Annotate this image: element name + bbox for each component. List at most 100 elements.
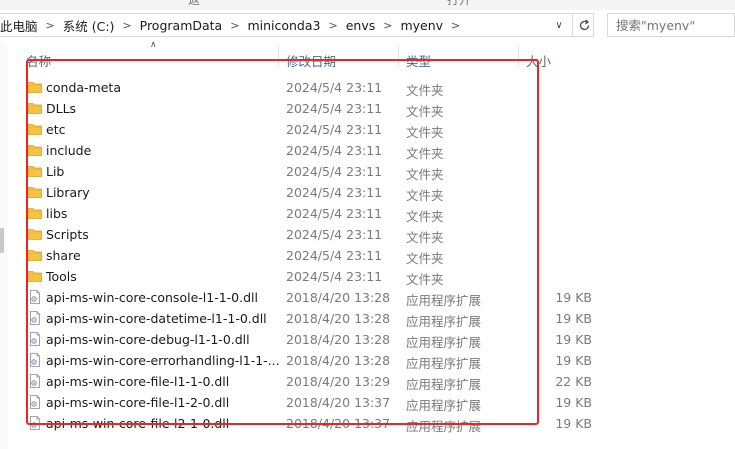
file-name: libs bbox=[46, 206, 68, 221]
file-size: 19 KB bbox=[555, 290, 592, 305]
folder-icon bbox=[28, 269, 42, 283]
file-size: 19 KB bbox=[555, 353, 592, 368]
file-modified: 2018/4/20 13:28 bbox=[286, 353, 391, 368]
list-item[interactable]: DLLs 2024/5/4 23:11 文件夹 bbox=[8, 98, 735, 119]
file-modified: 2024/5/4 23:11 bbox=[286, 269, 383, 284]
file-name: share bbox=[46, 248, 81, 263]
chevron-right-icon[interactable]: > bbox=[224, 19, 245, 32]
file-size: 22 KB bbox=[555, 374, 592, 389]
folder-icon bbox=[28, 185, 42, 199]
file-name: Tools bbox=[46, 269, 77, 284]
folder-icon bbox=[28, 248, 42, 262]
file-size: 19 KB bbox=[555, 332, 592, 347]
list-item[interactable]: Lib 2024/5/4 23:11 文件夹 bbox=[8, 161, 735, 182]
navigation-pane[interactable] bbox=[0, 42, 7, 449]
file-size: 19 KB bbox=[555, 311, 592, 326]
breadcrumb-this-pc[interactable]: 此电脑 bbox=[0, 16, 40, 35]
list-item[interactable]: Library 2024/5/4 23:11 文件夹 bbox=[8, 182, 735, 203]
list-item[interactable]: include 2024/5/4 23:11 文件夹 bbox=[8, 140, 735, 161]
breadcrumb-programdata[interactable]: ProgramData bbox=[138, 18, 225, 33]
file-modified: 2018/4/20 13:29 bbox=[286, 374, 391, 389]
column-divider[interactable] bbox=[398, 45, 399, 67]
file-type: 应用程序扩展 bbox=[406, 314, 482, 329]
file-type: 应用程序扩展 bbox=[406, 335, 482, 350]
file-modified: 2024/5/4 23:11 bbox=[286, 80, 383, 95]
breadcrumb-miniconda3[interactable]: miniconda3 bbox=[245, 18, 322, 33]
breadcrumb-envs[interactable]: envs bbox=[344, 18, 378, 33]
chevron-right-icon[interactable]: > bbox=[116, 19, 137, 32]
folder-icon bbox=[28, 164, 42, 178]
chevron-right-icon[interactable]: > bbox=[377, 19, 398, 32]
file-type: 文件夹 bbox=[406, 209, 444, 224]
refresh-button[interactable] bbox=[572, 14, 595, 36]
file-type: 应用程序扩展 bbox=[406, 398, 482, 413]
dll-file-icon bbox=[28, 290, 42, 304]
file-modified: 2024/5/4 23:11 bbox=[286, 101, 383, 116]
chevron-right-icon[interactable]: > bbox=[40, 19, 61, 32]
file-modified: 2018/4/20 13:37 bbox=[286, 395, 391, 410]
file-type: 应用程序扩展 bbox=[406, 419, 482, 434]
column-header-name[interactable]: 名称 bbox=[26, 51, 51, 70]
file-modified: 2024/5/4 23:11 bbox=[286, 143, 383, 158]
folder-icon bbox=[28, 143, 42, 157]
file-modified: 2024/5/4 23:11 bbox=[286, 164, 383, 179]
file-name: DLLs bbox=[46, 101, 77, 116]
file-name: Lib bbox=[46, 164, 65, 179]
breadcrumb-myenv[interactable]: myenv bbox=[398, 18, 445, 33]
ribbon-label-back[interactable]: 返 bbox=[188, 0, 200, 8]
file-type: 文件夹 bbox=[406, 230, 444, 245]
list-item[interactable]: api-ms-win-core-errorhandling-l1-1-... 20… bbox=[8, 350, 735, 371]
file-type: 文件夹 bbox=[406, 83, 444, 98]
file-modified: 2018/4/20 13:28 bbox=[286, 290, 391, 305]
ribbon-strip: 返 打开 bbox=[0, 0, 735, 10]
search-input[interactable] bbox=[616, 14, 734, 36]
file-type: 文件夹 bbox=[406, 104, 444, 119]
file-name: api-ms-win-core-file-l1-2-0.dll bbox=[46, 395, 230, 410]
list-item[interactable]: conda-meta 2024/5/4 23:11 文件夹 bbox=[8, 77, 735, 98]
address-bar[interactable]: 此电脑 > 系统 (C:) > ProgramData > miniconda3… bbox=[0, 13, 594, 37]
list-item[interactable]: api-ms-win-core-file-l2-1-0.dll 2018/4/20… bbox=[8, 413, 735, 434]
list-item[interactable]: api-ms-win-core-file-l1-1-0.dll 2018/4/20… bbox=[8, 371, 735, 392]
chevron-down-icon: ∨ bbox=[555, 19, 563, 31]
list-item[interactable]: api-ms-win-core-file-l1-2-0.dll 2018/4/20… bbox=[8, 392, 735, 413]
dll-file-icon bbox=[28, 395, 42, 409]
folder-icon bbox=[28, 80, 42, 94]
column-divider[interactable] bbox=[278, 45, 279, 67]
breadcrumb-drive[interactable]: 系统 (C:) bbox=[61, 16, 117, 35]
column-header-size[interactable]: 大小 bbox=[526, 51, 551, 70]
file-name: api-ms-win-core-datetime-l1-1-0.dll bbox=[46, 311, 267, 326]
file-modified: 2018/4/20 13:37 bbox=[286, 416, 391, 431]
address-history-dropdown[interactable]: ∨ bbox=[548, 14, 570, 36]
dll-file-icon bbox=[28, 332, 42, 346]
column-divider[interactable] bbox=[518, 45, 519, 67]
list-item[interactable]: api-ms-win-core-console-l1-1-0.dll 2018/4… bbox=[8, 287, 735, 308]
list-item[interactable]: api-ms-win-core-datetime-l1-1-0.dll 2018/… bbox=[8, 308, 735, 329]
column-header-row: ∧ 名称 修改日期 类型 大小 bbox=[8, 40, 735, 70]
file-size: 19 KB bbox=[555, 395, 592, 410]
file-type: 文件夹 bbox=[406, 188, 444, 203]
file-name: api-ms-win-core-debug-l1-1-0.dll bbox=[46, 332, 250, 347]
list-item[interactable]: libs 2024/5/4 23:11 文件夹 bbox=[8, 203, 735, 224]
list-item[interactable]: api-ms-win-core-debug-l1-1-0.dll 2018/4/2… bbox=[8, 329, 735, 350]
column-header-modified[interactable]: 修改日期 bbox=[286, 51, 336, 70]
dll-file-icon bbox=[28, 311, 42, 325]
file-type: 文件夹 bbox=[406, 251, 444, 266]
file-modified: 2024/5/4 23:11 bbox=[286, 122, 383, 137]
file-name: Scripts bbox=[46, 227, 89, 242]
chevron-right-icon[interactable]: > bbox=[445, 19, 466, 32]
column-header-type[interactable]: 类型 bbox=[406, 51, 431, 70]
file-name: include bbox=[46, 143, 92, 158]
list-item[interactable]: share 2024/5/4 23:11 文件夹 bbox=[8, 245, 735, 266]
list-item[interactable]: Scripts 2024/5/4 23:11 文件夹 bbox=[8, 224, 735, 245]
ribbon-label-open[interactable]: 打开 bbox=[447, 0, 471, 8]
search-box[interactable] bbox=[607, 13, 735, 37]
list-item[interactable]: etc 2024/5/4 23:11 文件夹 bbox=[8, 119, 735, 140]
navigation-scrollbar[interactable] bbox=[0, 228, 4, 253]
folder-icon bbox=[28, 101, 42, 115]
dll-file-icon bbox=[28, 374, 42, 388]
file-name: Library bbox=[46, 185, 90, 200]
file-name: conda-meta bbox=[46, 80, 121, 95]
chevron-right-icon[interactable]: > bbox=[322, 19, 343, 32]
list-item[interactable]: Tools 2024/5/4 23:11 文件夹 bbox=[8, 266, 735, 287]
file-list: conda-meta 2024/5/4 23:11 文件夹 DLLs 2024/5/4… bbox=[8, 77, 735, 434]
